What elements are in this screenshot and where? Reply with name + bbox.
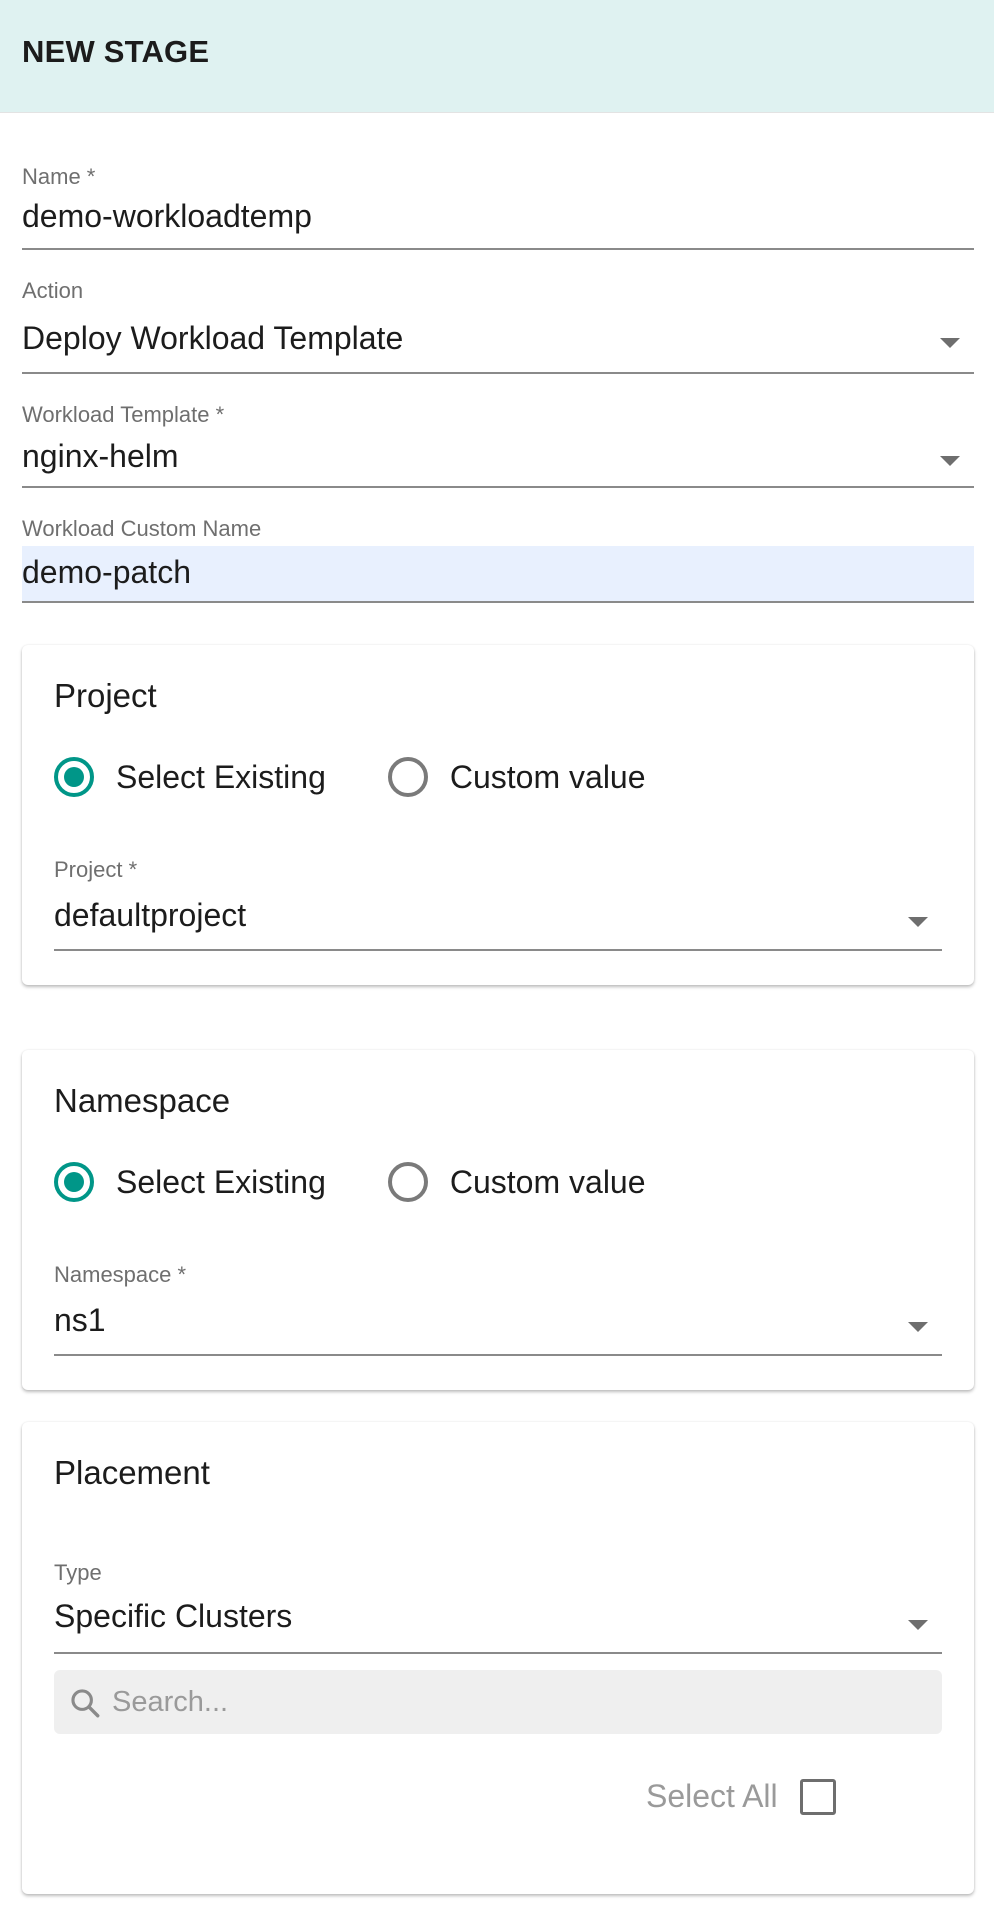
search-icon [71,1689,100,1718]
project-radio-group: Select Existing Custom value [54,755,708,799]
project-value[interactable]: defaultproject [54,897,246,934]
name-field[interactable]: Name * demo-workloadtemp [22,160,974,252]
workload-template-underline [22,486,974,488]
namespace-card: Namespace Select Existing Custom value N… [22,1050,974,1390]
project-underline [54,949,942,951]
radio-unchecked-icon[interactable] [387,757,428,797]
caret-down-icon[interactable] [940,338,960,348]
project-label: Project * [54,857,138,882]
namespace-card-title: Namespace [54,1082,231,1119]
namespace-select[interactable]: Namespace * ns1 [54,1260,942,1360]
caret-down-icon[interactable] [908,917,928,927]
caret-down-icon[interactable] [940,456,960,466]
workload-custom-name-field[interactable]: Workload Custom Name demo-patch [22,512,974,604]
cluster-search-box[interactable] [54,1670,942,1734]
name-underline [22,248,974,250]
radio-label: Select Existing [116,1163,326,1200]
dialog-title: NEW STAGE [22,34,210,69]
project-select[interactable]: Project * defaultproject [54,855,942,955]
workload-custom-name-input[interactable]: demo-patch [22,554,191,591]
type-label: Type [54,1560,102,1585]
action-select[interactable]: Action Deploy Workload Template [22,274,974,376]
project-card-title: Project [54,677,157,714]
placement-card-title: Placement [54,1454,210,1491]
action-value[interactable]: Deploy Workload Template [22,320,403,357]
radio-select-existing[interactable]: Select Existing [54,1162,326,1202]
workload-custom-name-underline [22,601,974,603]
radio-custom-value[interactable]: Custom value [387,757,646,797]
placement-card: Placement Type Specific Clusters Select … [22,1422,974,1894]
radio-checked-icon[interactable] [54,757,94,797]
name-input[interactable]: demo-workloadtemp [22,198,312,235]
name-label: Name * [22,164,96,189]
placement-type-select[interactable]: Type Specific Clusters [54,1558,942,1658]
namespace-label: Namespace * [54,1262,187,1287]
workload-template-label: Workload Template * [22,402,225,427]
workload-custom-name-label: Workload Custom Name [22,516,262,541]
radio-checked-icon[interactable] [54,1162,94,1202]
select-all-control[interactable]: Select All [646,1778,836,1815]
radio-label: Custom value [449,1163,646,1200]
namespace-value[interactable]: ns1 [54,1302,106,1339]
caret-down-icon[interactable] [908,1322,928,1332]
action-label: Action [22,278,84,303]
radio-select-existing[interactable]: Select Existing [54,757,326,797]
type-value[interactable]: Specific Clusters [54,1598,292,1635]
workload-template-value[interactable]: nginx-helm [22,438,179,475]
namespace-radio-group: Select Existing Custom value [54,1160,708,1204]
radio-label: Select Existing [116,758,326,795]
workload-template-select[interactable]: Workload Template * nginx-helm [22,398,974,490]
radio-unchecked-icon[interactable] [387,1162,428,1202]
checkbox-unchecked-icon[interactable] [799,1778,836,1815]
action-underline [22,372,974,374]
project-card: Project Select Existing Custom value Pro… [22,645,974,985]
search-input[interactable] [112,1670,912,1734]
radio-label: Custom value [449,758,646,795]
dialog-header: NEW STAGE [0,0,994,113]
radio-custom-value[interactable]: Custom value [387,1162,646,1202]
namespace-underline [54,1354,942,1356]
caret-down-icon[interactable] [908,1620,928,1630]
type-underline [54,1652,942,1654]
select-all-label: Select All [646,1778,778,1814]
